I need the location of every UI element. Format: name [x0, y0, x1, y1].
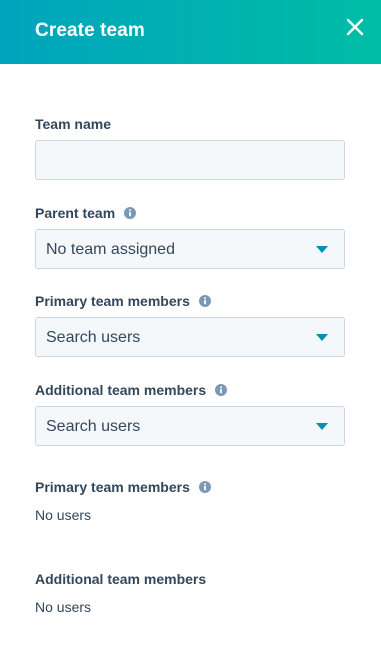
additional-members-label-text: Additional team members: [35, 382, 207, 398]
chevron-down-icon: [316, 246, 328, 253]
team-name-input[interactable]: [35, 140, 345, 180]
additional-summary-label-text: Additional team members: [35, 571, 207, 587]
parent-team-select[interactable]: No team assigned: [35, 229, 345, 269]
additional-members-label: Additional team members: [35, 381, 228, 399]
parent-team-selected-value: No team assigned: [46, 241, 175, 258]
primary-members-label: Primary team members: [35, 292, 211, 310]
panel-title: Create team: [35, 20, 145, 41]
additional-members-select[interactable]: Search users: [35, 406, 345, 446]
additional-summary-label: Additional team members: [35, 570, 206, 588]
info-icon[interactable]: [198, 481, 211, 493]
parent-team-label: Parent team: [35, 204, 137, 222]
parent-team-label-text: Parent team: [35, 205, 116, 221]
chevron-down-icon: [316, 334, 328, 341]
team-name-label: Team name: [35, 115, 111, 133]
chevron-down-icon: [316, 423, 328, 430]
info-icon[interactable]: [215, 384, 228, 396]
info-icon[interactable]: [124, 207, 137, 219]
primary-members-label-text: Primary team members: [35, 293, 190, 309]
primary-members-select[interactable]: Search users: [35, 317, 345, 357]
close-button[interactable]: [343, 15, 367, 39]
additional-members-placeholder: Search users: [46, 418, 141, 435]
team-name-label-text: Team name: [35, 116, 111, 132]
info-icon[interactable]: [198, 295, 211, 307]
create-team-panel: Create team Team name Parent team No tea…: [0, 0, 381, 659]
panel-header: Create team: [0, 0, 381, 64]
primary-summary-value: No users: [35, 507, 92, 523]
close-icon: [346, 18, 364, 36]
primary-summary-label: Primary team members: [35, 478, 211, 496]
primary-summary-label-text: Primary team members: [35, 479, 190, 495]
primary-members-placeholder: Search users: [46, 329, 141, 346]
additional-summary-value: No users: [35, 599, 92, 615]
